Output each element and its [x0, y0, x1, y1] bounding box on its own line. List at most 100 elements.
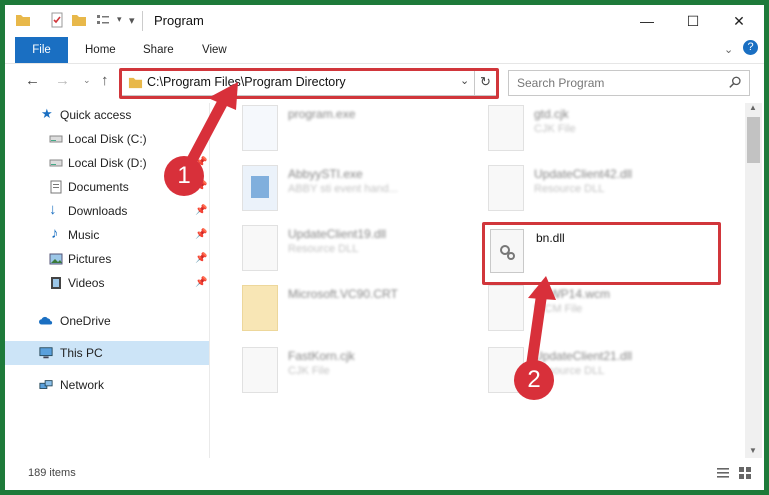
pin-icon[interactable]: 📌 [195, 205, 207, 216]
pin-icon[interactable]: 📌 [195, 229, 207, 240]
toolbar-chevron-icon[interactable]: ▾ [129, 14, 135, 27]
back-arrow-icon[interactable]: ← [25, 72, 40, 89]
cloud-icon [39, 316, 53, 325]
folder-icon [242, 285, 278, 331]
file-item[interactable]: program.exe [242, 105, 462, 155]
sidebar-item-label: Documents [68, 180, 129, 194]
search-input-placeholder: Search Program [517, 76, 605, 90]
sidebar-item-label: Videos [68, 276, 105, 290]
file-item[interactable]: RoWP14.wcm WCM File [488, 285, 708, 335]
file-name: program.exe [288, 107, 356, 121]
file-item[interactable]: UpdateClient19.dll Resource DLL [242, 225, 462, 275]
pin-icon[interactable]: 📌 [195, 277, 207, 288]
generic-file-icon [242, 347, 278, 393]
download-arrow-icon: ↓ [49, 201, 57, 218]
file-name: UpdateClient21.dll [534, 349, 633, 363]
scroll-up-icon[interactable]: ▲ [749, 103, 757, 112]
file-name: UpdateClient42.dll [534, 167, 633, 181]
music-note-icon: ♪ [51, 225, 59, 242]
address-highlight-box [119, 68, 499, 99]
file-name: gtd.cjk [534, 107, 569, 121]
dll-gear-file-icon [488, 165, 524, 211]
ribbon-tabs: File Home Share View ⌄ ? [5, 37, 764, 64]
generic-file-icon [488, 105, 524, 151]
minimize-button[interactable]: — [624, 5, 670, 37]
navigation-bar: ← → ⌄ ↑ C:\Program Files\Program Directo… [5, 65, 764, 101]
file-item[interactable]: gtd.cjk CJK File [488, 105, 708, 155]
sidebar-item-label: Quick access [60, 108, 132, 122]
up-arrow-icon[interactable]: ↑ [101, 72, 109, 89]
tab-share[interactable]: Share [143, 37, 174, 63]
step-badge-2: 2 [514, 360, 554, 400]
search-icon[interactable] [729, 76, 742, 89]
sidebar-item-label: OneDrive [60, 314, 111, 328]
file-name: RoWP14.wcm [534, 287, 611, 301]
exe-file-icon [242, 105, 278, 151]
title-bar: ▾ ▾ Program — ☐ ✕ [5, 5, 764, 37]
sidebar-item-label: Music [68, 228, 100, 242]
documents-icon [50, 180, 62, 194]
tab-home[interactable]: Home [85, 37, 116, 63]
tab-file[interactable]: File [15, 37, 68, 63]
help-icon[interactable]: ? [743, 40, 758, 55]
video-icon [51, 277, 61, 289]
drive-icon [49, 135, 63, 143]
sidebar-item-label: Network [60, 378, 105, 392]
close-button[interactable]: ✕ [716, 5, 762, 37]
search-box[interactable]: Search Program [508, 70, 750, 96]
sidebar-item-label: Pictures [68, 252, 112, 266]
large-icons-view-icon[interactable] [738, 466, 752, 480]
sidebar-item-network[interactable]: Network [5, 373, 209, 397]
window-title: Program [154, 13, 204, 28]
sidebar-item-videos[interactable]: Videos 📌 [5, 271, 209, 295]
file-type: CJK File [534, 123, 576, 135]
sidebar-item-pictures[interactable]: Pictures 📌 [5, 247, 209, 271]
forward-arrow-icon[interactable]: → [55, 72, 70, 89]
file-highlight-box [482, 222, 721, 285]
pictures-icon [49, 253, 63, 265]
scrollbar-thumb[interactable] [747, 117, 760, 163]
computer-icon [39, 347, 53, 359]
file-name: Microsoft.VC90.CRT [288, 287, 398, 301]
expand-ribbon-icon[interactable]: ⌄ [724, 43, 733, 56]
star-icon: ★ [41, 106, 53, 121]
sidebar-item-onedrive[interactable]: OneDrive [5, 309, 209, 333]
file-item[interactable]: UpdateClient42.dll Resource DLL [488, 165, 708, 215]
sidebar-item-local-disk-c[interactable]: Local Disk (C:) [5, 127, 209, 151]
status-bar: 189 items [5, 458, 764, 490]
application-file-icon [242, 165, 278, 211]
sidebar-item-label: Downloads [68, 204, 128, 218]
new-folder-icon[interactable] [71, 12, 87, 28]
sidebar-item-label: Local Disk (D:) [68, 156, 147, 170]
maximize-button[interactable]: ☐ [670, 5, 716, 37]
step-badge-1: 1 [164, 156, 204, 196]
drive-icon [49, 159, 63, 167]
network-icon [39, 380, 53, 389]
sidebar-item-label: This PC [60, 346, 103, 360]
file-type: WCM File [534, 303, 583, 315]
sidebar-item-label: Local Disk (C:) [68, 132, 147, 146]
pin-icon[interactable]: 📌 [195, 253, 207, 264]
file-name: AbbyySTI.exe [288, 167, 363, 181]
file-item[interactable]: FastKorn.cjk CJK File [242, 347, 462, 397]
file-name: UpdateClient19.dll [288, 227, 387, 241]
file-item[interactable]: AbbyySTI.exe ABBY sti event hand... [242, 165, 462, 215]
customize-toolbar-icon[interactable] [95, 12, 111, 28]
folder-icon [16, 15, 30, 26]
sidebar-item-music[interactable]: ♪ Music 📌 [5, 223, 209, 247]
file-name: FastKorn.cjk [288, 349, 355, 363]
sidebar-item-quick-access[interactable]: ★ Quick access [5, 103, 209, 127]
details-view-icon[interactable] [716, 466, 730, 480]
title-divider [142, 11, 143, 31]
generic-file-icon [488, 285, 524, 331]
scroll-down-icon[interactable]: ▼ [749, 446, 757, 455]
sidebar-item-downloads[interactable]: ↓ Downloads 📌 [5, 199, 209, 223]
file-item[interactable]: Microsoft.VC90.CRT [242, 285, 462, 335]
properties-icon[interactable] [49, 12, 65, 28]
vertical-scrollbar[interactable]: ▲ ▼ [745, 103, 762, 458]
recent-locations-icon[interactable]: ⌄ [83, 75, 91, 86]
quick-access-dropdown-icon[interactable]: ▾ [117, 14, 122, 25]
item-count: 189 items [28, 467, 76, 479]
sidebar-item-this-pc[interactable]: This PC [5, 341, 209, 365]
tab-view[interactable]: View [202, 37, 227, 63]
